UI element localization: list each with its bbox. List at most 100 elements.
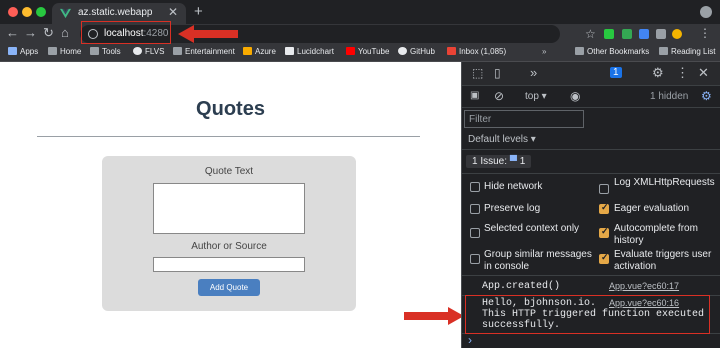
filter-row: Filter — [462, 108, 720, 130]
log-source-link[interactable]: App.vue?ec60:17 — [609, 281, 679, 291]
extension-icon[interactable] — [604, 29, 614, 39]
profile-avatar[interactable] — [672, 29, 682, 39]
issues-count: 1 — [519, 156, 526, 167]
add-quote-button[interactable]: Add Quote — [198, 279, 260, 296]
console-message: App.created() App.vue?ec60:17 — [462, 276, 720, 296]
log-text: App.created() — [482, 281, 561, 292]
flvs-icon — [133, 47, 142, 55]
settings-icon[interactable]: ⚙ — [652, 65, 664, 81]
browser-menu-icon[interactable]: ⋮ — [699, 26, 711, 40]
console-toolbar: ▣ ⊘ top ▾ ◉ 1 hidden ⚙ — [462, 86, 720, 108]
hide-network-checkbox[interactable] — [470, 182, 480, 192]
bookmark-label: Lucidchart — [297, 47, 334, 56]
bookmark-azure[interactable]: Azure — [243, 47, 276, 56]
drive-icon[interactable] — [639, 29, 649, 39]
bookmark-star-icon[interactable]: ☆ — [585, 27, 596, 41]
bookmarks-overflow-icon[interactable]: » — [542, 47, 546, 56]
bookmark-github[interactable]: GitHub — [398, 47, 435, 56]
evaluate-triggers-label: Evaluate triggers user activation — [614, 249, 712, 272]
clear-console-icon[interactable]: ⊘ — [494, 89, 504, 103]
reload-icon[interactable]: ↻ — [43, 25, 54, 41]
issues-row: 1 Issue: ▀ 1 — [462, 150, 720, 174]
log-xhr-checkbox[interactable] — [599, 184, 609, 194]
quote-text-label: Quote Text — [204, 166, 254, 177]
log-xhr-label: Log XMLHttpRequests — [614, 177, 715, 188]
tab-close-icon[interactable]: ✕ — [168, 5, 178, 19]
folder-icon — [575, 47, 584, 55]
bookmark-home[interactable]: Home — [48, 47, 81, 56]
console-annotation-box — [465, 295, 710, 334]
reading-list[interactable]: Reading List — [659, 47, 715, 56]
bookmark-inbox[interactable]: Inbox (1,085) — [447, 47, 506, 56]
autocomplete-checkbox[interactable] — [599, 226, 609, 238]
bookmark-label: YouTube — [358, 47, 390, 56]
bookmark-label: Home — [60, 47, 82, 56]
selected-context-checkbox[interactable] — [470, 228, 480, 238]
selected-context-label: Selected context only — [484, 223, 580, 234]
tab-title: az.static.webapp — [78, 7, 153, 18]
prompt-chevron-icon: › — [468, 333, 472, 347]
folder-icon — [90, 47, 99, 55]
messages-badge[interactable]: 1 — [610, 67, 622, 78]
sidebar-toggle-icon[interactable]: ▣ — [470, 90, 479, 101]
annotation-arrow-icon — [404, 307, 464, 325]
messages-count: 1 — [613, 67, 619, 78]
reading-list-icon — [659, 47, 668, 55]
apps-icon — [8, 47, 17, 55]
page-viewport: Quotes Quote Text Author or Source Add Q… — [0, 62, 461, 348]
group-similar-checkbox[interactable] — [470, 254, 480, 264]
azure-icon — [243, 47, 252, 55]
close-devtools-icon[interactable]: ✕ — [698, 65, 709, 81]
hide-network-label: Hide network — [484, 181, 543, 192]
live-expression-icon[interactable]: ◉ — [570, 89, 580, 103]
device-toolbar-icon[interactable]: ▯ — [494, 66, 501, 80]
default-levels-dropdown[interactable]: Default levels ▾ — [468, 134, 536, 145]
levels-label: Default levels — [468, 134, 529, 145]
bookmark-tools[interactable]: Tools — [90, 47, 121, 56]
close-window-button[interactable] — [8, 7, 18, 17]
folder-icon — [173, 47, 182, 55]
eager-evaluation-checkbox[interactable] — [599, 202, 609, 214]
forward-icon[interactable]: → — [24, 25, 37, 40]
context-selector[interactable]: top ▾ — [525, 91, 547, 102]
more-tabs-icon[interactable]: » — [530, 65, 537, 80]
divider — [37, 136, 420, 137]
console-settings-icon[interactable]: ⚙ — [701, 89, 712, 103]
github-icon — [398, 47, 407, 55]
preserve-log-checkbox[interactable] — [470, 204, 480, 214]
bookmark-youtube[interactable]: YouTube — [346, 47, 389, 56]
bookmark-entertainment[interactable]: Entertainment — [173, 47, 235, 56]
youtube-icon — [346, 47, 355, 55]
inspect-icon[interactable]: ⬚ — [472, 66, 483, 80]
author-label: Author or Source — [191, 241, 267, 252]
console-prompt[interactable]: › — [462, 333, 720, 348]
bookmark-lucidchart[interactable]: Lucidchart — [285, 47, 334, 56]
issue-icon: ▀ — [509, 156, 517, 167]
new-tab-button[interactable]: + — [194, 3, 203, 20]
evaluate-triggers-checkbox[interactable] — [599, 252, 609, 264]
filter-input[interactable]: Filter — [464, 110, 584, 128]
autocomplete-label: Autocomplete from history — [614, 223, 698, 246]
extension-icon[interactable] — [656, 29, 666, 39]
maximize-window-button[interactable] — [36, 7, 46, 17]
bookmark-label: Inbox (1,085) — [459, 47, 507, 56]
back-icon[interactable]: ← — [6, 25, 19, 40]
devtools-tabbar: ⬚ ▯ » 1 ⚙ ⋮ ✕ — [462, 62, 720, 86]
eager-evaluation-label: Eager evaluation — [614, 203, 690, 214]
devtools-menu-icon[interactable]: ⋮ — [676, 65, 689, 81]
gmail-icon — [447, 47, 456, 55]
author-input[interactable] — [153, 257, 305, 272]
evernote-icon[interactable] — [622, 29, 632, 39]
minimize-window-button[interactable] — [22, 7, 32, 17]
bookmark-flvs[interactable]: FLVS — [133, 47, 164, 56]
bookmark-label: FLVS — [145, 47, 165, 56]
tab-search-icon[interactable] — [700, 6, 712, 18]
home-icon[interactable]: ⌂ — [61, 25, 69, 40]
quote-text-input[interactable] — [153, 183, 305, 234]
bookmark-label: Reading List — [671, 47, 716, 56]
quote-form: Quote Text Author or Source Add Quote — [102, 156, 356, 311]
bookmark-other[interactable]: Other Bookmarks — [575, 47, 649, 56]
filter-placeholder: Filter — [469, 114, 492, 125]
issues-button[interactable]: 1 Issue: ▀ 1 — [466, 155, 532, 168]
bookmark-apps[interactable]: Apps — [8, 47, 38, 56]
